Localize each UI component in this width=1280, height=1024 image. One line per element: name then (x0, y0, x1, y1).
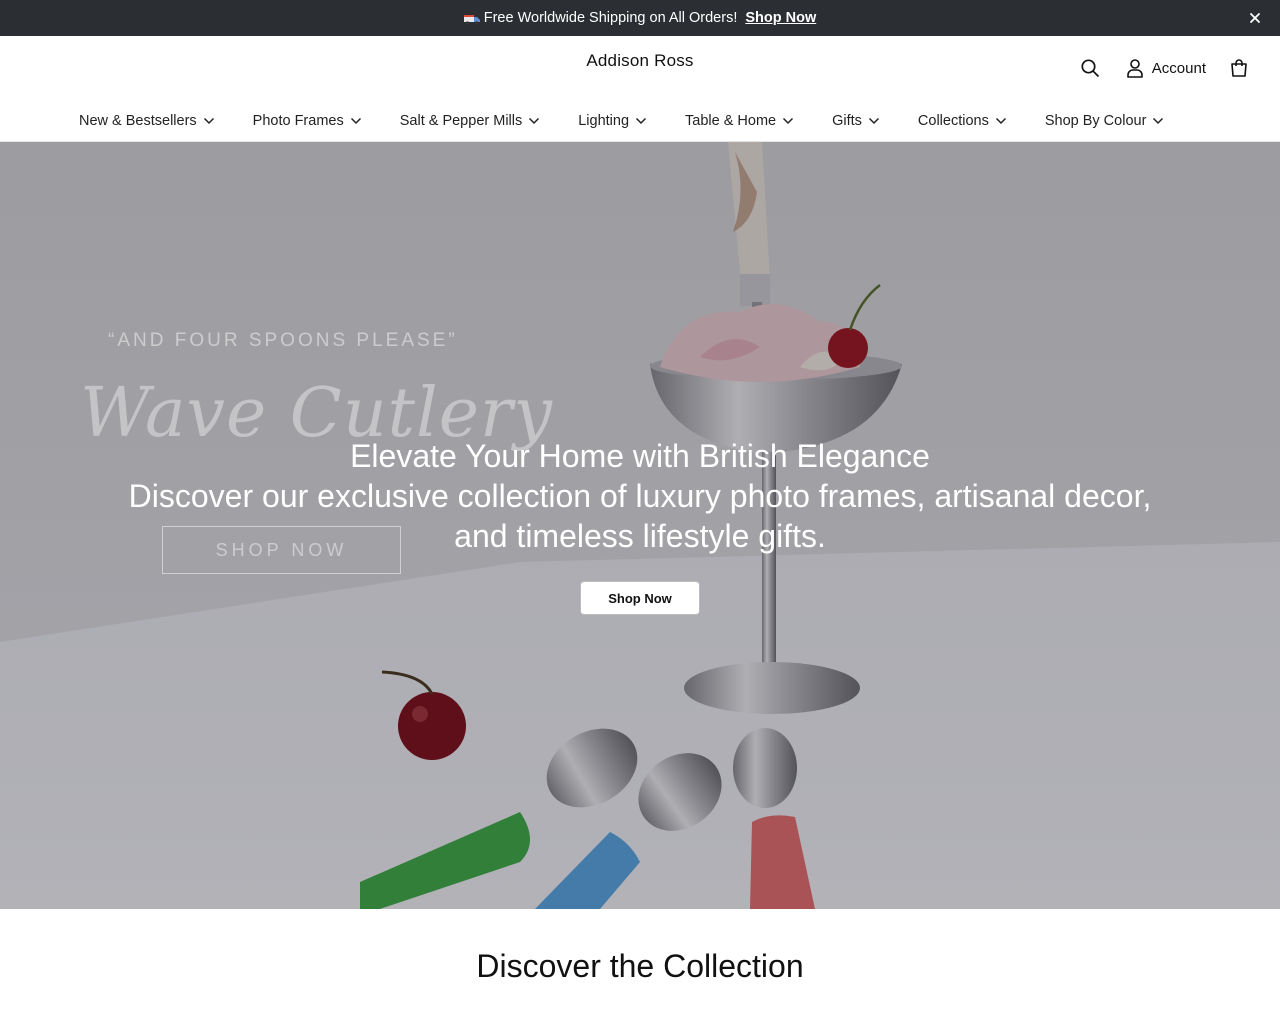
chevron-down-icon (783, 117, 794, 125)
chevron-down-icon (1153, 117, 1164, 125)
account-label: Account (1151, 59, 1206, 77)
account-button[interactable]: Account (1126, 58, 1206, 78)
cart-button[interactable] (1230, 58, 1248, 78)
site-header: Addison Ross Account New & Bestsellers P… (0, 36, 1280, 142)
nav-item-label: Shop By Colour (1044, 113, 1147, 129)
nav-item-shop-by-colour[interactable]: Shop By Colour (1045, 113, 1165, 129)
close-icon[interactable] (1246, 9, 1264, 27)
brand-name[interactable]: Addison Ross (586, 51, 693, 70)
main-navigation: New & Bestsellers Photo Frames Salt & Pe… (79, 110, 1164, 132)
header-actions: Account (1080, 56, 1248, 80)
announcement-shop-now-link[interactable]: Shop Now (745, 10, 816, 26)
chevron-down-icon (529, 117, 540, 125)
nav-item-label: Photo Frames (252, 113, 344, 129)
nav-item-salt-pepper-mills[interactable]: Salt & Pepper Mills (400, 113, 541, 129)
search-button[interactable] (1080, 58, 1100, 78)
announcement-text: Free Worldwide Shipping on All Orders! (483, 10, 738, 26)
hero-text: Elevate Your Home with British Elegance … (120, 436, 1160, 556)
hero-title: Elevate Your Home with British Elegance (350, 438, 930, 474)
search-icon (1081, 59, 1099, 77)
nav-item-label: New & Bestsellers (79, 113, 197, 129)
announcement-bar: Free Worldwide Shipping on All Orders! S… (0, 0, 1280, 36)
hero-description: Discover our exclusive collection of lux… (128, 478, 1152, 554)
nav-item-collections[interactable]: Collections (918, 113, 1007, 129)
nav-item-new-bestsellers[interactable]: New & Bestsellers (79, 113, 215, 129)
nav-item-label: Salt & Pepper Mills (399, 113, 523, 129)
nav-item-label: Lighting (578, 113, 630, 129)
hero-image-tagline: “AND FOUR SPOONS PLEASE” (108, 330, 458, 351)
nav-item-photo-frames[interactable]: Photo Frames (253, 113, 362, 129)
chevron-down-icon (868, 117, 879, 125)
chevron-down-icon (636, 117, 647, 125)
section-title: Discover the Collection (476, 948, 804, 984)
chevron-down-icon (203, 117, 214, 125)
chevron-down-icon (995, 117, 1006, 125)
nav-item-gifts[interactable]: Gifts (832, 113, 880, 129)
nav-item-table-home[interactable]: Table & Home (685, 113, 794, 129)
hero-banner: “AND FOUR SPOONS PLEASE” Wave Cutlery SH… (0, 142, 1280, 909)
nav-item-label: Collections (917, 113, 989, 129)
hero-shop-now-button[interactable]: Shop Now (580, 581, 700, 615)
shopping-bag-icon (1231, 59, 1247, 77)
chevron-down-icon (350, 117, 361, 125)
nav-item-label: Gifts (832, 113, 862, 129)
user-icon (1126, 59, 1143, 78)
nav-item-lighting[interactable]: Lighting (578, 113, 647, 129)
nav-item-label: Table & Home (685, 113, 777, 129)
delivery-truck-icon (463, 14, 480, 25)
